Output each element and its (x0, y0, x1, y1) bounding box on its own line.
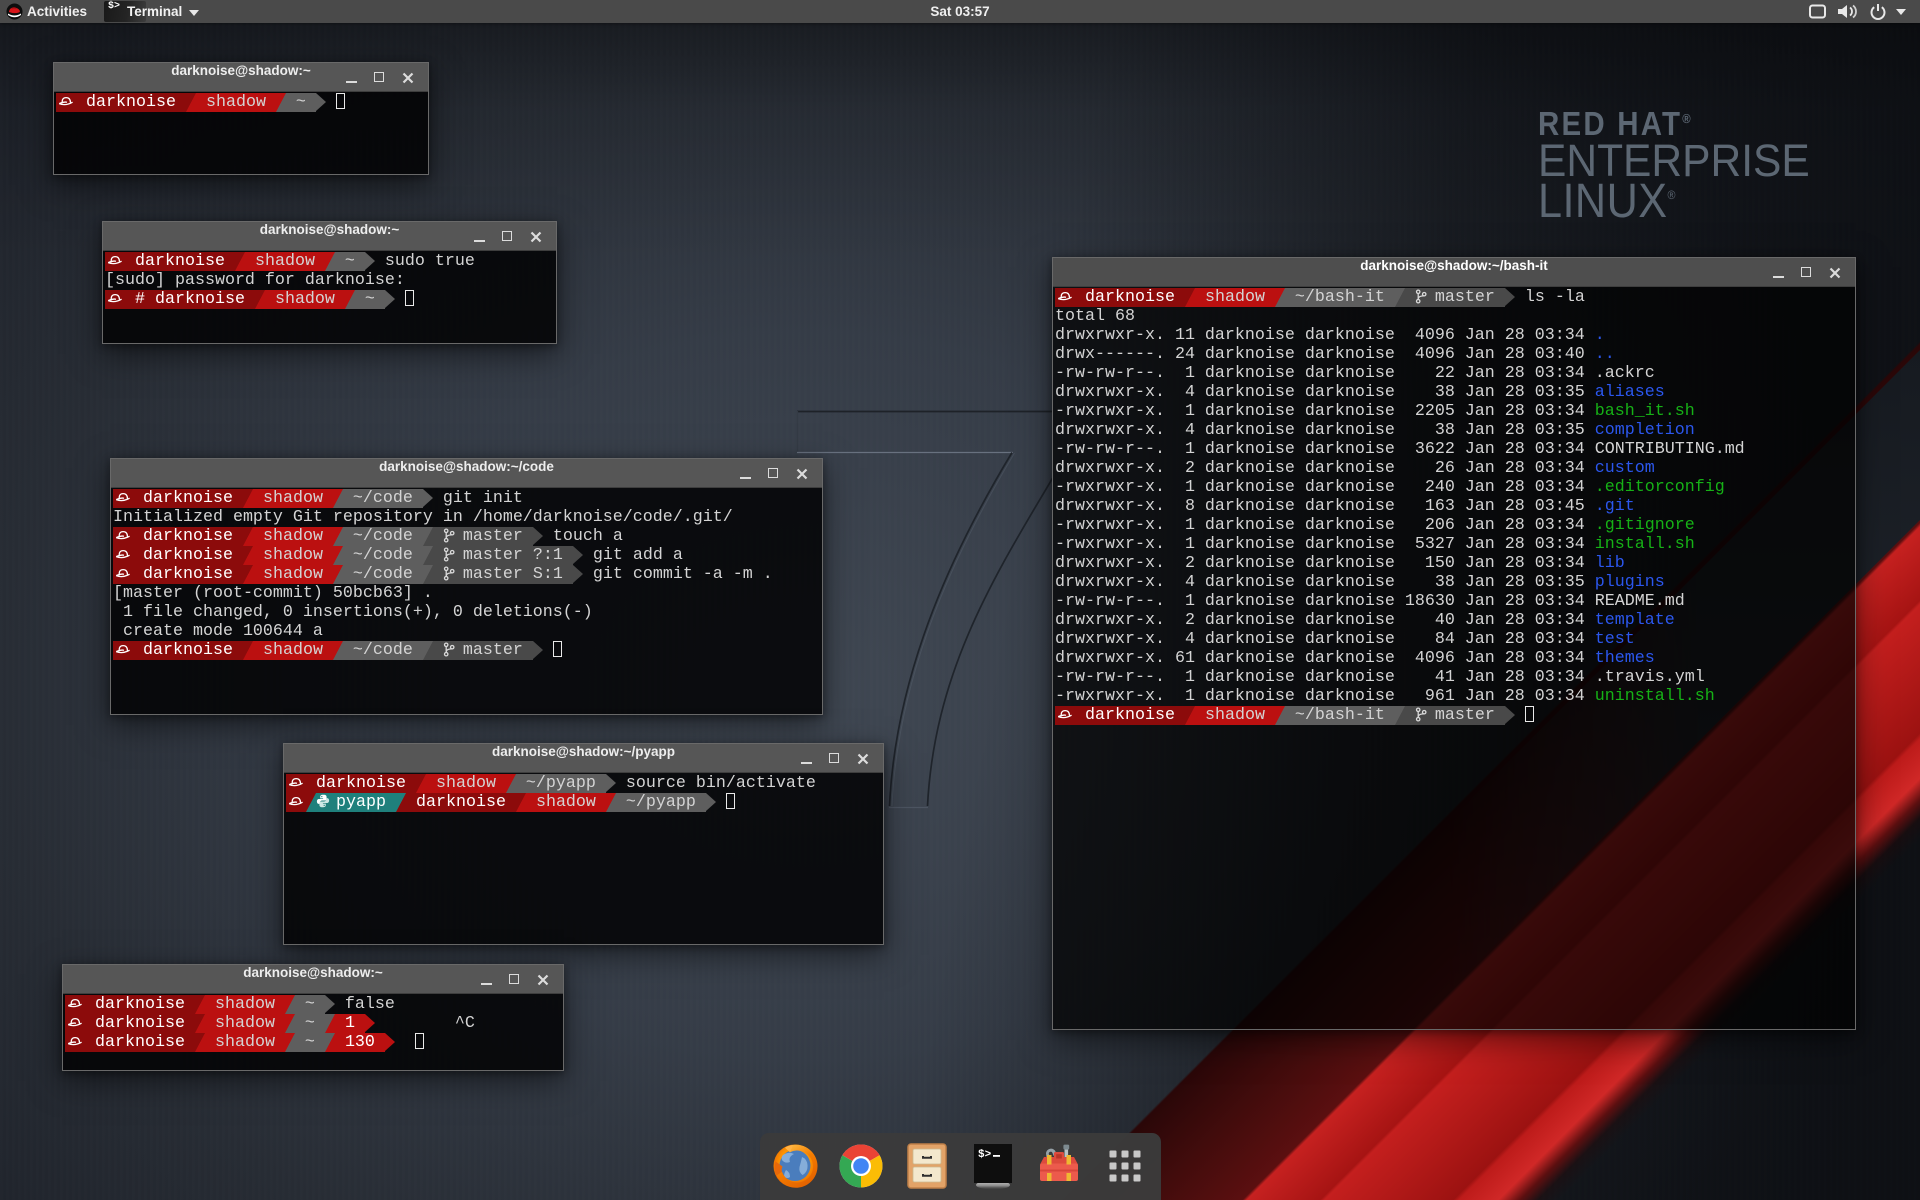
svg-text:$>: $> (978, 1149, 992, 1161)
